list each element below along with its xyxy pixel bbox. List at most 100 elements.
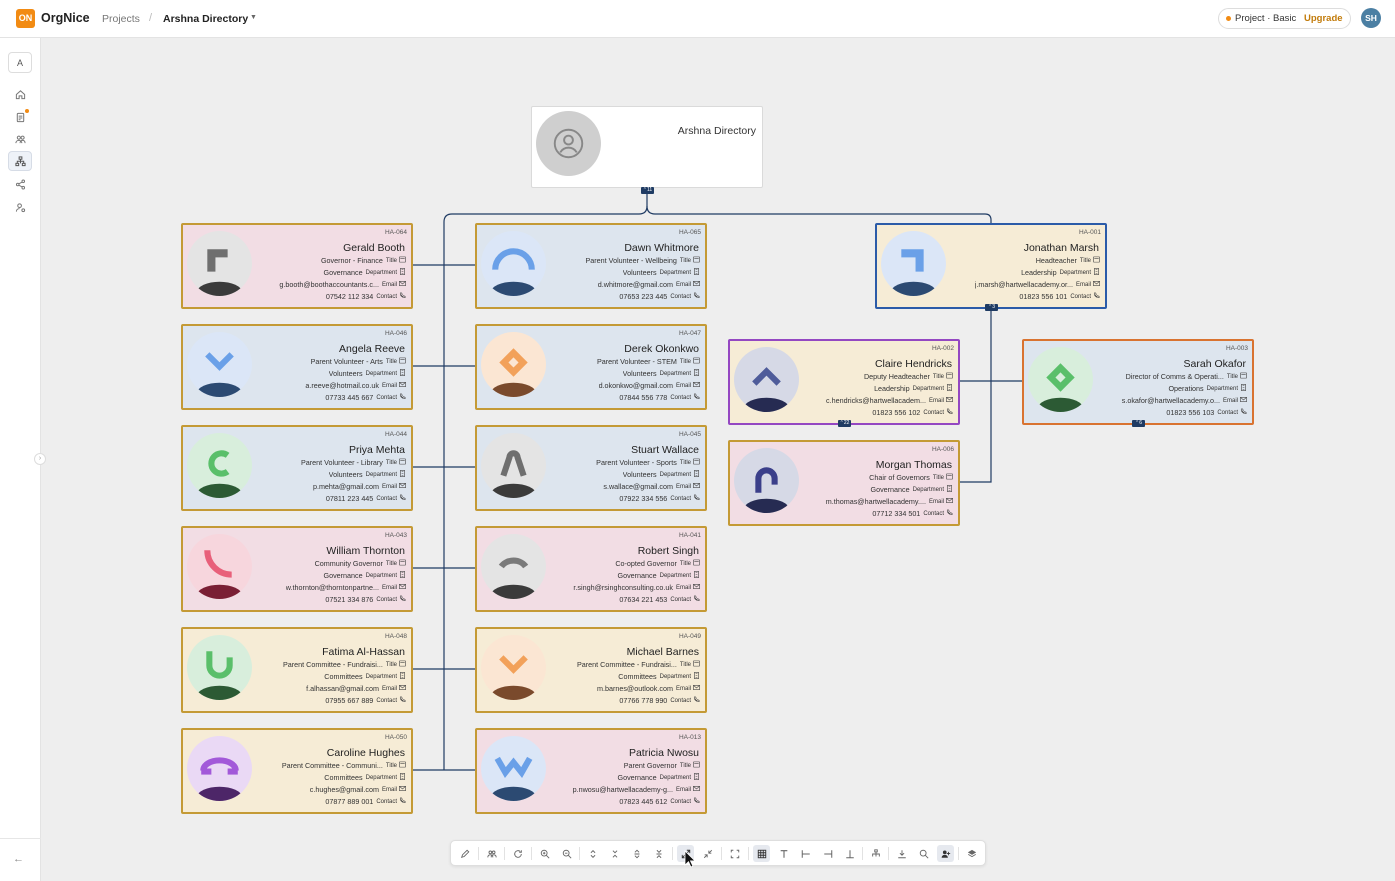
card-id: HA-064 [384,229,407,236]
card-department: Governance [323,268,363,277]
person-card[interactable]: HA-043 William Thornton Community Govern… [181,526,413,612]
card-contact-label: Contact [376,495,397,502]
root-children-badge[interactable]: ⌃11 [641,187,654,194]
children-toggle-badge[interactable]: ⌃3 [985,304,998,311]
id-card-icon [691,357,700,366]
card-contact-label: Contact [1070,293,1091,300]
building-icon [691,672,700,681]
layers-icon[interactable] [963,845,980,862]
phone-icon [397,696,406,705]
collapse-vertical-icon[interactable] [606,845,623,862]
card-department: Committees [324,672,363,681]
refresh-icon[interactable] [509,845,526,862]
person-card[interactable]: HA-001 Jonathan Marsh Headteacher Title … [875,223,1107,309]
children-toggle-badge[interactable]: ⌃6 [1132,420,1145,427]
card-name: Angela Reeve [339,343,405,355]
card-contact: 07811 223 445 [325,494,374,503]
align-bottom-icon[interactable] [841,845,858,862]
person-card[interactable]: HA-002 Claire Hendricks Deputy Headteach… [728,339,960,425]
card-contact: 01823 556 102 [872,408,921,417]
card-title-label: Title [385,762,397,769]
zoom-out-icon[interactable] [558,845,575,862]
card-title-row: Governor - Finance Title [321,256,406,265]
card-contact-row: 07877 889 001 Contact [325,797,406,806]
text-icon[interactable] [775,845,792,862]
person-add-icon[interactable] [937,845,954,862]
building-icon [691,773,700,782]
card-title-label: Title [679,762,691,769]
mail-icon [691,381,700,390]
card-department-row: Volunteers Department [623,369,700,378]
person-card[interactable]: HA-050 Caroline Hughes Parent Committee … [181,728,413,814]
children-count: 3 [992,304,995,310]
card-contact: 07653 223 445 [619,292,668,301]
fullscreen-icon[interactable] [726,845,743,862]
card-title-label: Title [679,661,691,668]
card-title-label: Title [679,459,691,466]
card-department-row: Committees Department [324,672,406,681]
card-contact-row: 07766 778 990 Contact [619,696,700,705]
phone-icon [397,797,406,806]
card-contact: 07877 889 001 [325,797,374,806]
mouse-cursor-icon [684,850,696,868]
grid-icon[interactable] [753,845,770,862]
expand-vertical-icon[interactable] [584,845,601,862]
hierarchy-icon[interactable] [867,845,884,862]
card-department-row: Leadership Department [1021,268,1100,277]
group-icon[interactable] [483,845,500,862]
person-card[interactable]: HA-049 Michael Barnes Parent Committee -… [475,627,707,713]
person-card[interactable]: HA-064 Gerald Booth Governor - Finance T… [181,223,413,309]
card-title-label: Title [679,358,691,365]
card-email-row: d.whitmore@gmail.com Email [598,280,700,289]
align-left-icon[interactable] [797,845,814,862]
card-email-label: Email [381,584,397,591]
card-department-label: Department [365,572,397,579]
person-card[interactable]: HA-046 Angela Reeve Parent Volunteer - A… [181,324,413,410]
avatar [187,736,252,801]
card-contact: 07634 221 453 [619,595,668,604]
card-title-row: Parent Volunteer - Wellbeing Title [586,256,701,265]
card-department: Governance [870,485,910,494]
download-icon[interactable] [893,845,910,862]
person-card[interactable]: HA-041 Robert Singh Co-opted Governor Ti… [475,526,707,612]
card-id: HA-049 [678,633,701,640]
person-card[interactable]: HA-047 Derek Okonkwo Parent Volunteer - … [475,324,707,410]
card-contact-label: Contact [670,798,691,805]
card-email-label: Email [381,685,397,692]
card-title-row: Community Governor Title [315,559,406,568]
align-right-icon[interactable] [819,845,836,862]
person-card[interactable]: HA-048 Fatima Al-Hassan Parent Committee… [181,627,413,713]
mail-icon [1091,280,1100,289]
card-department-label: Department [365,673,397,680]
person-card[interactable]: HA-013 Patricia Nwosu Parent Governor Ti… [475,728,707,814]
person-card[interactable]: HA-045 Stuart Wallace Parent Volunteer -… [475,425,707,511]
id-card-icon [397,357,406,366]
card-id: HA-047 [678,330,701,337]
search-icon[interactable] [915,845,932,862]
card-department-row: Governance Department [617,571,700,580]
mail-icon [944,396,953,405]
card-email-row: c.hendricks@hartwellacadem... Email [826,396,953,405]
zoom-in-icon[interactable] [536,845,553,862]
collapse-all-icon[interactable] [650,845,667,862]
card-title: Parent Volunteer - Wellbeing [585,256,677,265]
root-node-card[interactable]: Arshna Directory [531,106,763,188]
card-department-row: Volunteers Department [623,268,700,277]
children-toggle-badge[interactable]: ⌃22 [838,420,851,427]
card-department-label: Department [1059,269,1091,276]
person-card[interactable]: HA-065 Dawn Whitmore Parent Volunteer - … [475,223,707,309]
pencil-icon[interactable] [456,845,473,862]
building-icon [397,268,406,277]
card-email-label: Email [675,281,691,288]
building-icon [1238,384,1247,393]
card-department-label: Department [659,269,691,276]
card-name: Stuart Wallace [631,444,699,456]
card-department-row: Governance Department [870,485,953,494]
fit-collapse-icon[interactable] [699,845,716,862]
person-card[interactable]: HA-006 Morgan Thomas Chair of Governors … [728,440,960,526]
id-card-icon [1238,372,1247,381]
person-card[interactable]: HA-003 Sarah Okafor Director of Comms & … [1022,339,1254,425]
expand-all-icon[interactable] [628,845,645,862]
person-card[interactable]: HA-044 Priya Mehta Parent Volunteer - Li… [181,425,413,511]
card-contact: 07955 667 889 [325,696,374,705]
